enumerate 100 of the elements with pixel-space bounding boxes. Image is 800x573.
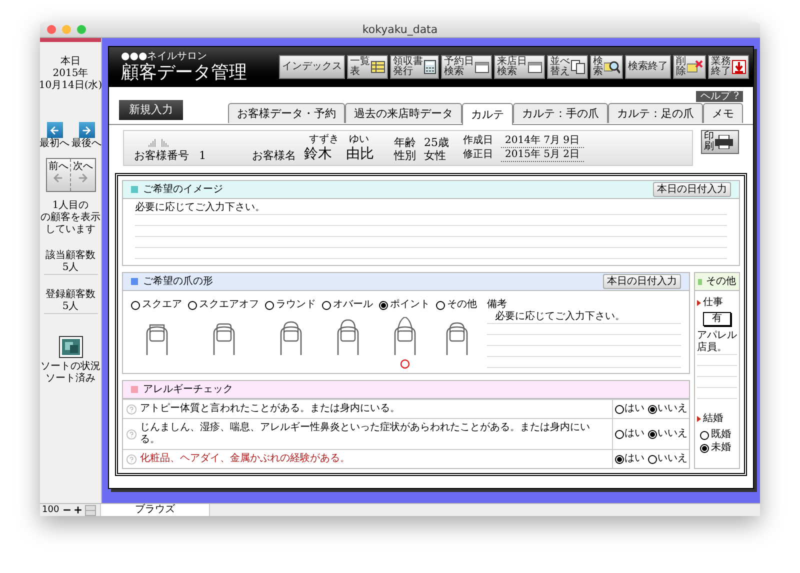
date-button[interactable]: 本日の日付入力 [603,274,681,289]
section-title: アレルギーチェック [143,384,233,396]
toolbar-button[interactable]: 予約日検索 [441,55,492,79]
documents-icon [571,60,585,74]
date-value: 2015年 5月 2日 [501,148,584,162]
image-text: 必要に応じてご入力下さい。 [135,202,727,215]
radio-button[interactable] [614,430,624,438]
customer-number: 1 [199,149,206,162]
toolbar-button[interactable]: 検索終了 [625,55,671,79]
sort-icon [62,339,80,355]
question-text: アトピー体質と言われたことがある。または身内にいる。 [140,403,400,415]
radio-button[interactable] [648,454,656,464]
arrow-left-icon [52,172,64,184]
count-value: 5人 [44,301,98,314]
page-button[interactable]: 次へ [71,159,94,191]
plus-icon [72,505,83,515]
arrow-left-icon [46,122,62,138]
nail-drawing [334,317,360,355]
toolbar-button[interactable]: 来店日検索 [494,55,545,79]
print-button[interactable]: 印刷 [701,130,739,154]
square-icon [131,278,138,285]
furigana: すずき ゆい [309,134,369,146]
radio-button[interactable] [700,430,709,440]
radio-button[interactable] [322,300,331,310]
radio-button[interactable] [265,300,274,310]
toolbar-button[interactable]: 検索 [590,55,623,79]
today-label: 本日 [60,56,80,68]
calculator-icon [424,60,436,74]
radio-button[interactable] [379,300,388,310]
job-text: アパレル店員。 [697,330,737,355]
exit-icon [732,60,746,74]
notes-text: 必要に応じてご入力下さい。 [487,311,681,324]
radio-button[interactable] [614,454,624,464]
delete-icon [687,60,703,74]
radio-button[interactable] [648,430,656,438]
tab[interactable]: 過去の来店時データ [345,103,462,123]
field-label: 性別 [394,149,416,162]
nav-button[interactable]: 最初へ [40,122,70,150]
field-label: お客様名 [252,149,296,162]
new-entry-button[interactable]: 新規入力 [119,100,183,120]
arrow-right-icon [76,172,89,184]
job-flag-button[interactable]: 有 [703,312,731,326]
radio-label: スクエア [142,299,182,311]
arrow-right-icon [78,122,94,138]
sort-button[interactable] [58,336,82,358]
today-year: 2015年 [52,68,88,80]
field-label: 年齢 [394,136,416,149]
nav-button[interactable]: 最後へ [72,122,102,150]
question-text: 化粧品、ヘアダイ、金属かぶれの経験がある。 [140,453,350,465]
tab[interactable]: メモ [703,103,743,123]
radio-button[interactable] [436,300,445,310]
field-label: 仕事 [703,297,723,309]
radio-label: はい [624,453,644,465]
section-title: ご希望の爪の形 [143,276,213,288]
record-status: 1人目の の顧客を表示 しています [40,200,100,236]
section-title: ご希望のイメージ [143,184,223,196]
tab[interactable]: カルテ [462,103,513,125]
toolbar-button[interactable]: 一覧表 [347,55,388,79]
salon-name: ●●●ネイルサロン [121,51,208,62]
toolbar-button[interactable]: 削除 [673,55,706,79]
mode-field: ブラウズ [100,504,210,516]
tab[interactable]: カルテ：手の爪 [513,103,608,123]
selected-mark-icon [400,359,410,369]
app-title: 顧客データ管理 [121,62,247,83]
radio-button[interactable] [700,444,709,452]
radio-button[interactable] [188,300,197,310]
radio-label: いいえ [658,453,688,465]
field-label: お客様番号 [134,149,189,162]
toolbar-button[interactable]: インデックス [279,55,345,79]
help-button[interactable]: ヘルプ ? [696,91,743,102]
toolbar-button[interactable]: 業務終了 [708,55,749,79]
date-button[interactable]: 本日の日付入力 [653,182,731,197]
radio-button[interactable] [648,404,656,414]
field-label: 結婚 [703,413,723,425]
customer-name: 鈴木 由比 [304,146,374,162]
toolbar-button[interactable]: 並べ替え [547,55,588,79]
radio-label: いいえ [658,403,688,415]
magnifier-icon [604,60,620,74]
gender-value: 女性 [424,149,446,162]
radio-button[interactable] [614,404,624,414]
sort-status: ソートの状況 ソート済み [40,361,100,385]
help-icon [126,428,137,440]
toolbar-button[interactable]: 領収書発行 [390,55,439,79]
page-button[interactable]: 前へ [46,159,71,191]
tab[interactable]: カルテ：足の爪 [608,103,703,123]
zoom-in-button[interactable] [72,504,84,516]
today-date: 10月14日(水) [40,80,102,92]
tab[interactable]: お客様データ・予約 [228,103,345,123]
bullet-icon [697,416,701,422]
radio-label: 既婚 [711,429,731,441]
radio-label: その他 [447,299,477,311]
radio-label: ラウンド [276,299,316,311]
radio-button[interactable] [131,300,140,310]
radio-label: 未婚 [711,442,731,454]
notes-label: 備考 [487,299,508,310]
printer-icon [715,135,733,149]
radio-label: オバール [333,299,373,311]
bullet-icon [697,300,701,306]
accent-bar [40,38,101,42]
radio-label: はい [624,403,644,415]
